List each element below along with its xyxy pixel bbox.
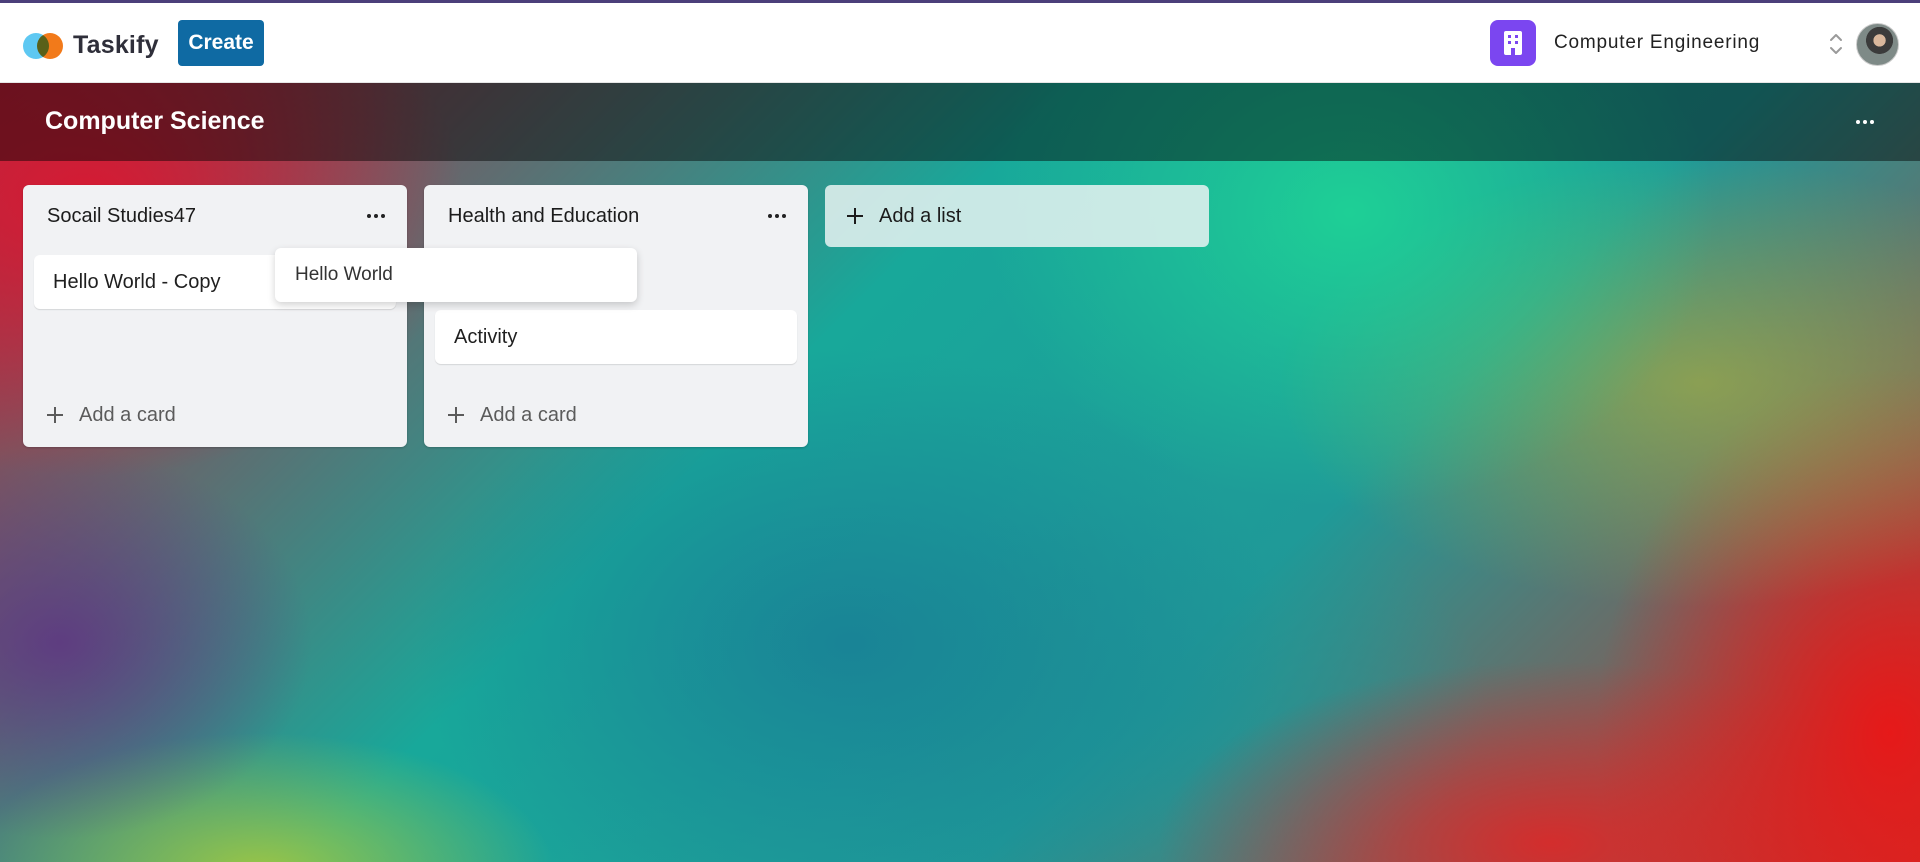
dragging-card[interactable]: Hello World: [275, 248, 637, 302]
add-list-button[interactable]: Add a list: [825, 185, 1209, 247]
list-health-and-education[interactable]: Health and Education Activity Add a card: [424, 185, 808, 447]
list-socail-studies[interactable]: Socail Studies47 Hello World - Copy Add …: [23, 185, 407, 447]
card[interactable]: Activity: [435, 310, 797, 364]
list-title: Socail Studies47: [47, 205, 196, 227]
list-options-button[interactable]: [361, 201, 391, 231]
organization-switcher[interactable]: Computer Engineering: [1490, 18, 1845, 68]
add-card-label: Add a card: [79, 403, 176, 426]
logo-icon: [23, 30, 65, 60]
board-options-button[interactable]: [1850, 107, 1880, 137]
add-card-button[interactable]: Add a card: [47, 400, 176, 430]
more-horizontal-icon: [768, 214, 786, 218]
plus-icon: [847, 208, 863, 224]
chevrons-up-down-icon: [1830, 34, 1842, 54]
app-logo[interactable]: Taskify: [23, 25, 159, 65]
board-header: Computer Science: [0, 83, 1920, 161]
plus-icon: [47, 407, 63, 423]
list-options-button[interactable]: [762, 201, 792, 231]
add-card-label: Add a card: [480, 403, 577, 426]
app-name: Taskify: [73, 30, 159, 59]
add-list-label: Add a list: [879, 204, 962, 227]
create-button[interactable]: Create: [178, 20, 264, 66]
organization-name: Computer Engineering: [1554, 32, 1761, 53]
navbar: Taskify Create Computer Engineering: [0, 3, 1920, 83]
add-card-button[interactable]: Add a card: [448, 400, 577, 430]
board-title: Computer Science: [45, 107, 265, 135]
list-title: Health and Education: [448, 205, 640, 227]
more-horizontal-icon: [367, 214, 385, 218]
plus-icon: [448, 407, 464, 423]
more-horizontal-icon: [1856, 120, 1874, 124]
user-avatar[interactable]: [1856, 23, 1899, 66]
building-icon: [1490, 20, 1536, 66]
board-canvas: Computer Science Socail Studies47 Hello …: [0, 83, 1920, 862]
